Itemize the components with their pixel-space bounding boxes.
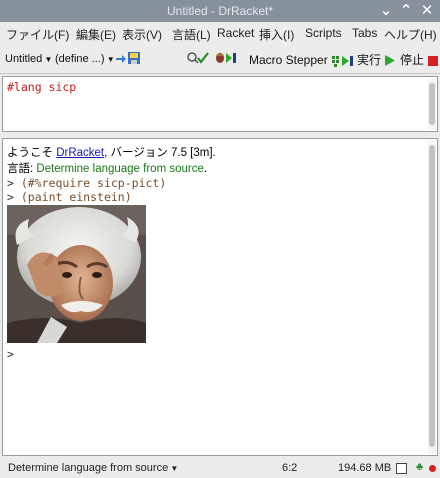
repl-prompt: > xyxy=(7,190,14,204)
menu-file[interactable]: ファイル(F) xyxy=(6,26,69,43)
language-selector[interactable]: Determine language from source ▼ xyxy=(8,462,178,474)
repl-input-2: (paint einstein) xyxy=(20,190,132,204)
definitions-editor[interactable]: #lang sicp xyxy=(2,76,438,132)
file-name-menu[interactable]: Untitled ▼ xyxy=(5,53,52,65)
repl-empty-prompt[interactable]: > xyxy=(7,347,14,361)
language-line: 言語: Determine language from source. xyxy=(7,160,207,176)
debug-button[interactable] xyxy=(215,51,237,65)
minimize-button[interactable]: ⌄ xyxy=(376,1,396,21)
language-end: . xyxy=(203,163,208,175)
menu-bar: ファイル(F) 編集(E) 表示(V) 言語(L) Racket 挿入(I) S… xyxy=(0,22,440,44)
macro-stepper-button[interactable]: Macro Stepper xyxy=(249,53,357,68)
caret-down-icon: ▼ xyxy=(168,464,179,473)
macro-stepper-icon xyxy=(331,56,353,68)
check-syntax-icon xyxy=(187,52,209,64)
menu-language[interactable]: 言語(L) xyxy=(172,26,211,43)
repl-prompt: > xyxy=(7,176,14,190)
toolbar: Untitled ▼ (define ...) ▼ Macro Stepper xyxy=(0,44,440,74)
menu-help[interactable]: ヘルプ(H) xyxy=(384,26,437,43)
editor-scrollbar[interactable] xyxy=(428,79,436,129)
repl-scrollbar[interactable] xyxy=(428,141,436,453)
memory-usage: 194.68 MB xyxy=(338,462,392,474)
editor-scroll-thumb[interactable] xyxy=(429,83,435,125)
save-button[interactable] xyxy=(115,51,141,65)
editor-code: #lang sicp xyxy=(7,80,77,94)
chevron-down-icon: ⌄ xyxy=(379,2,393,19)
maximize-button[interactable]: ⌃ xyxy=(396,1,416,21)
menu-edit[interactable]: 編集(E) xyxy=(76,26,116,43)
cursor-position: 6:2 xyxy=(282,462,298,474)
pane-divider[interactable] xyxy=(0,133,440,137)
gc-icon: ♣ xyxy=(416,461,424,473)
menu-insert[interactable]: 挿入(I) xyxy=(259,26,294,43)
language-value: Determine language from source xyxy=(36,163,204,175)
language-label: 言語: xyxy=(7,163,37,175)
define-menu-label: (define ...) xyxy=(55,53,105,65)
menu-view[interactable]: 表示(V) xyxy=(122,26,162,43)
debug-icon xyxy=(216,53,236,63)
file-name-label: Untitled xyxy=(5,53,43,65)
running-indicator-icon xyxy=(429,465,436,472)
drracket-link[interactable]: DrRacket xyxy=(56,147,104,159)
run-label: 実行 xyxy=(357,53,382,67)
einstein-picture xyxy=(7,205,146,343)
title-bar: Untitled - DrRacket* ⌄ ⌃ ✕ xyxy=(0,0,440,22)
chevron-up-icon: ⌃ xyxy=(399,2,413,19)
welcome-message: ようこそ DrRacket, バージョン 7.5 [3m]. xyxy=(7,144,216,160)
welcome-suffix: , バージョン 7.5 [3m]. xyxy=(104,147,216,159)
status-language: Determine language from source xyxy=(8,462,169,474)
repl-input-line-1: > (#%require sicp-pict) xyxy=(7,176,166,190)
close-icon: ✕ xyxy=(420,2,434,19)
repl-scroll-thumb[interactable] xyxy=(429,145,435,447)
repl-prompt: > xyxy=(7,347,14,361)
macro-stepper-label: Macro Stepper xyxy=(249,53,328,67)
run-button[interactable]: 実行 xyxy=(357,51,396,68)
repl-input-1: (#%require sicp-pict) xyxy=(20,176,167,190)
save-icon xyxy=(116,52,140,64)
repl-input-line-2: > (paint einstein) xyxy=(7,190,132,204)
caret-down-icon: ▼ xyxy=(104,55,115,64)
interactions-pane[interactable]: ようこそ DrRacket, バージョン 7.5 [3m]. 言語: Deter… xyxy=(2,138,438,456)
menu-scripts[interactable]: Scripts xyxy=(305,26,342,40)
caret-down-icon: ▼ xyxy=(42,55,53,64)
close-button[interactable]: ✕ xyxy=(417,1,437,21)
stop-button[interactable]: 停止 xyxy=(400,51,439,68)
stop-label: 停止 xyxy=(400,53,425,67)
check-syntax-button[interactable] xyxy=(187,51,209,65)
memory-checkbox[interactable] xyxy=(396,463,407,474)
welcome-prefix: ようこそ xyxy=(7,147,57,159)
window-title: Untitled - DrRacket* xyxy=(166,4,274,18)
stop-icon xyxy=(428,55,439,66)
run-icon xyxy=(385,55,396,67)
menu-racket[interactable]: Racket xyxy=(217,26,254,40)
status-bar: Determine language from source ▼ 6:2 194… xyxy=(0,458,440,478)
menu-tabs[interactable]: Tabs xyxy=(352,26,377,40)
define-menu[interactable]: (define ...) ▼ xyxy=(55,53,115,65)
